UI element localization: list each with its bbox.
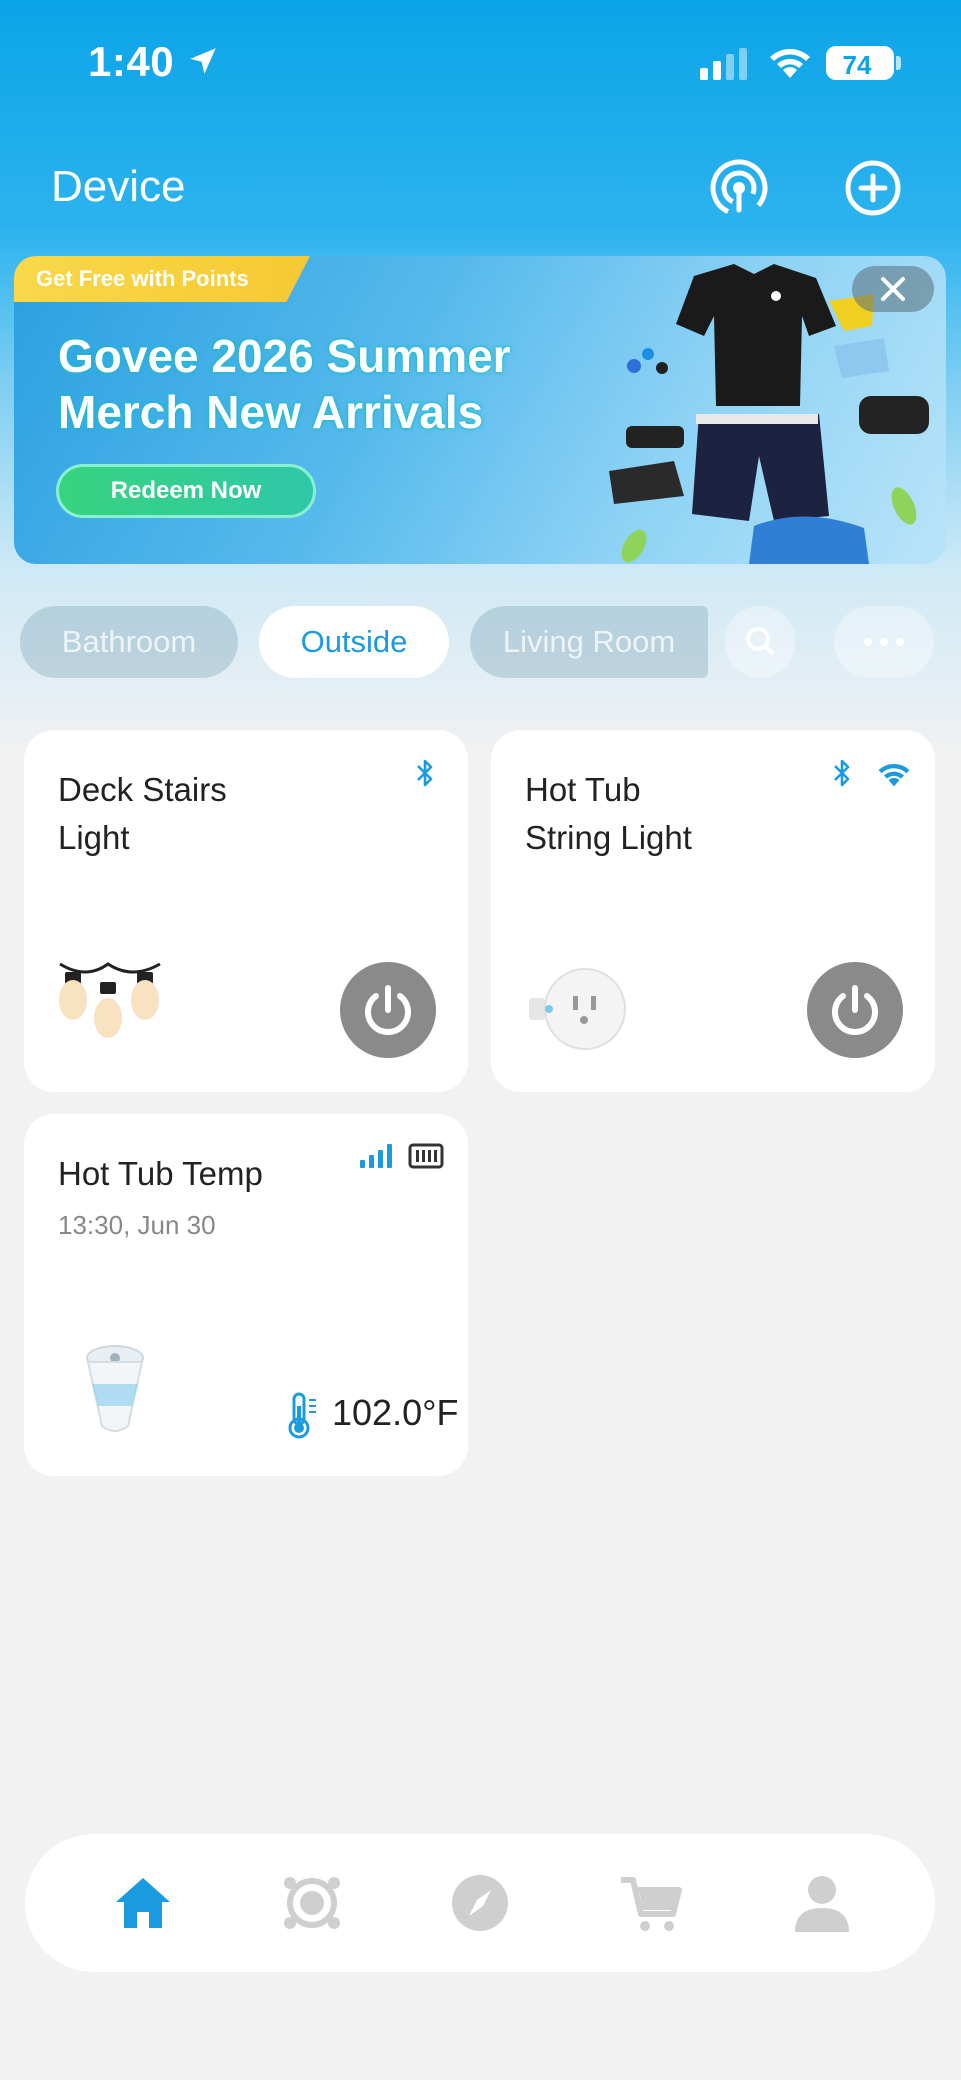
tab-bathroom[interactable]: Bathroom	[20, 606, 238, 678]
page-title: Device	[51, 162, 186, 211]
device-name-line1: Hot Tub	[525, 771, 641, 808]
search-icon	[746, 627, 774, 655]
power-toggle-button[interactable]	[340, 962, 436, 1058]
device-name: Hot Tub String Light	[525, 766, 692, 862]
close-icon	[881, 277, 905, 301]
banner-title-line1: Govee 2026 Summer	[58, 330, 511, 382]
power-icon	[832, 985, 878, 1035]
battery-tip	[896, 56, 901, 70]
wifi-icon	[878, 763, 910, 787]
power-toggle-button[interactable]	[807, 962, 903, 1058]
more-dots-icon	[864, 638, 904, 646]
more-button[interactable]	[834, 606, 934, 678]
room-tabs: Bathroom Outside Living Room	[0, 606, 961, 678]
device-name: Hot Tub Temp	[58, 1155, 263, 1192]
temperature-reading: 102.0°F	[332, 1392, 459, 1433]
status-time: 1:40	[88, 38, 175, 85]
bluetooth-icon	[417, 759, 433, 787]
device-name-line1: Deck Stairs	[58, 771, 227, 808]
banner-ribbon-text: Get Free with Points	[36, 266, 249, 291]
banner-title: Govee 2026 Summer Merch New Arrivals	[58, 328, 598, 440]
battery-full-icon	[408, 1143, 444, 1169]
string-light-bulbs-icon	[59, 962, 161, 1038]
scenes-icon[interactable]	[277, 1868, 347, 1938]
wifi-icon	[770, 49, 810, 78]
promo-banner[interactable]: Get Free with Points Govee 2026 Summer M…	[14, 256, 946, 564]
device-last-update: 13:30, Jun 30	[58, 1210, 216, 1240]
pool-thermometer-icon	[86, 1345, 144, 1432]
profile-icon[interactable]	[787, 1868, 857, 1938]
cellular-signal-icon	[700, 48, 747, 80]
thermometer-icon	[288, 1392, 316, 1439]
device-name-line2: Light	[58, 819, 130, 856]
tab-living-room[interactable]: Living Room	[470, 606, 708, 678]
device-card-hot-tub-string-light[interactable]: Hot Tub String Light	[491, 730, 935, 1092]
device-name-line2: String Light	[525, 819, 692, 856]
tab-outside[interactable]: Outside	[259, 606, 449, 678]
battery-level: 74	[842, 50, 872, 80]
device-card-hot-tub-temp[interactable]: Hot Tub Temp 13:30, Jun 30 102.0°F	[24, 1114, 468, 1476]
banner-title-line2: Merch New Arrivals	[58, 386, 484, 438]
discover-compass-icon[interactable]	[445, 1868, 515, 1938]
location-arrow-icon	[190, 48, 216, 74]
bottom-navigation	[25, 1834, 935, 1972]
battery-icon: 74	[826, 46, 894, 80]
banner-ribbon: Get Free with Points	[14, 256, 310, 302]
signal-icon	[360, 1144, 392, 1168]
status-bar: 1:40 74	[0, 0, 961, 120]
device-card-deck-stairs[interactable]: Deck Stairs Light	[24, 730, 468, 1092]
shop-cart-icon[interactable]	[617, 1868, 687, 1938]
search-button[interactable]	[725, 606, 795, 678]
power-icon	[365, 985, 411, 1035]
bluetooth-icon	[834, 759, 850, 787]
banner-close-button[interactable]	[852, 266, 934, 312]
home-icon[interactable]	[108, 1868, 178, 1938]
smart-plug-icon	[529, 968, 626, 1050]
add-circle-icon[interactable]	[843, 158, 903, 218]
device-name: Deck Stairs Light	[58, 766, 227, 862]
broadcast-icon[interactable]	[709, 158, 769, 218]
redeem-now-button[interactable]: Redeem Now	[56, 464, 316, 518]
